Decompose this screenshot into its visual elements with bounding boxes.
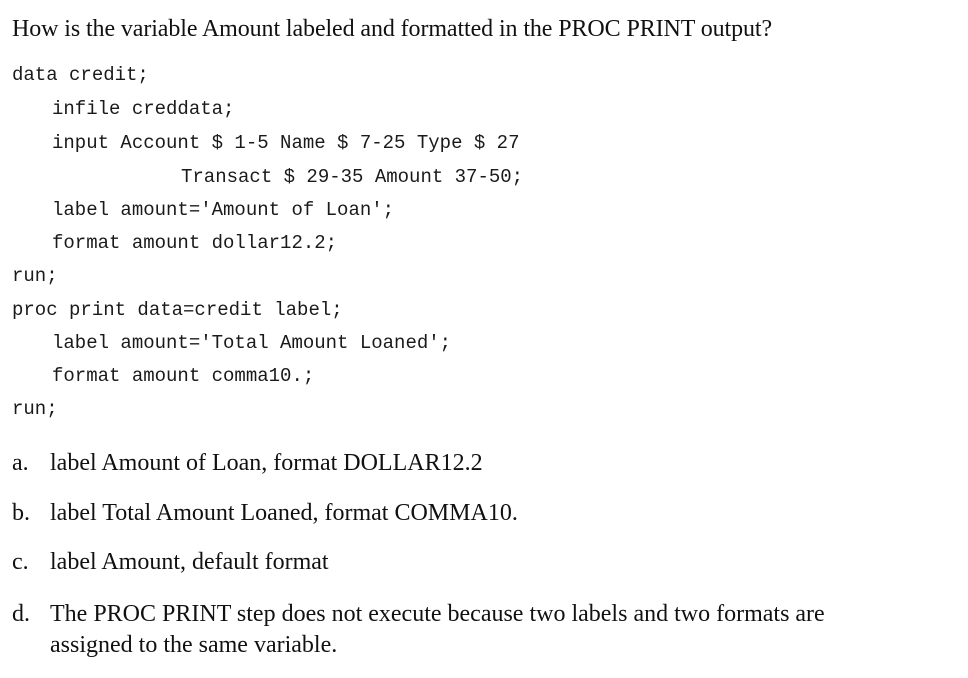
option-text: label Total Amount Loaned, format COMMA1…: [50, 500, 518, 526]
code-line: format amount dollar12.2;: [52, 232, 338, 254]
code-line: proc print data=credit label;: [12, 299, 343, 321]
option-letter: c.: [12, 549, 29, 575]
option-text: label Amount of Loan, format DOLLAR12.2: [50, 450, 483, 476]
option-c[interactable]: c. label Amount, default format: [12, 547, 329, 577]
code-line: format amount comma10.;: [52, 365, 315, 387]
code-line: infile creddata;: [52, 98, 235, 120]
code-line: data credit;: [12, 64, 149, 86]
option-letter: a.: [12, 450, 29, 476]
option-d-continuation: assigned to the same variable.: [50, 632, 338, 658]
question-text: How is the variable Amount labeled and f…: [12, 16, 773, 42]
option-letter: b.: [12, 500, 30, 526]
code-line: input Account $ 1-5 Name $ 7-25 Type $ 2…: [52, 132, 520, 154]
option-text: The PROC PRINT step does not execute bec…: [50, 601, 825, 627]
code-line: run;: [12, 398, 58, 420]
option-a[interactable]: a. label Amount of Loan, format DOLLAR12.…: [12, 448, 483, 478]
code-line: label amount='Total Amount Loaned';: [52, 332, 452, 354]
option-b[interactable]: b. label Total Amount Loaned, format COMM…: [12, 498, 518, 528]
option-letter: d.: [12, 601, 30, 627]
code-line: label amount='Amount of Loan';: [52, 199, 395, 221]
option-text: label Amount, default format: [50, 549, 329, 575]
option-d[interactable]: d. The PROC PRINT step does not execute b…: [12, 599, 825, 629]
code-line: Transact $ 29-35 Amount 37-50;: [181, 166, 524, 188]
question-page: How is the variable Amount labeled and f…: [0, 0, 968, 678]
code-line: run;: [12, 265, 58, 287]
